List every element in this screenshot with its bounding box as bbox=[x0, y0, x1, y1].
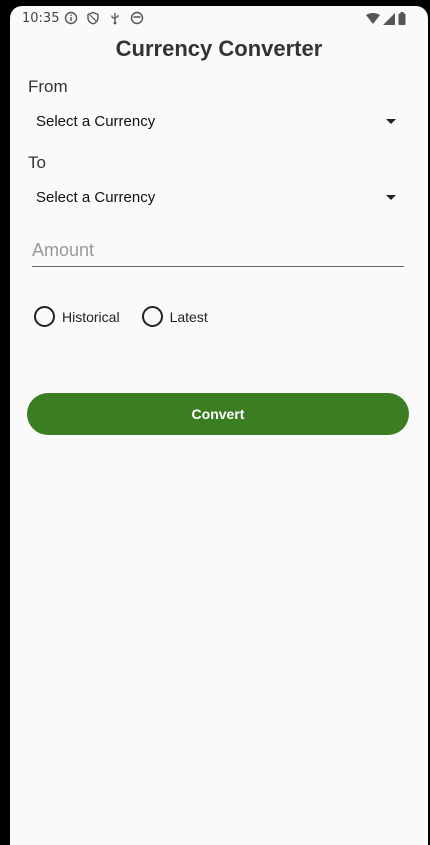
radio-historical-label: Historical bbox=[62, 308, 120, 325]
from-currency-value: Select a Currency bbox=[36, 112, 156, 130]
rate-type-radio-group: Historical Latest bbox=[34, 306, 230, 327]
shield-icon bbox=[86, 11, 100, 28]
wifi-icon bbox=[366, 12, 380, 28]
amount-input[interactable] bbox=[32, 236, 404, 267]
sync-icon bbox=[130, 11, 144, 28]
info-icon bbox=[64, 11, 78, 28]
to-currency-value: Select a Currency bbox=[36, 188, 156, 206]
from-currency-dropdown[interactable]: Select a Currency bbox=[36, 106, 396, 136]
status-time: 10:35 bbox=[22, 11, 60, 26]
status-bar: 10:35 bbox=[10, 6, 428, 34]
notification-icons bbox=[64, 11, 144, 28]
battery-icon bbox=[398, 12, 406, 28]
radio-latest-label: Latest bbox=[169, 308, 208, 325]
to-label: To bbox=[28, 153, 46, 172]
radio-historical[interactable]: Historical bbox=[34, 306, 120, 327]
radio-latest[interactable]: Latest bbox=[141, 306, 208, 327]
app-screen: 10:35 Currency Converter From Select a C… bbox=[10, 6, 428, 845]
radio-circle-icon bbox=[34, 306, 55, 327]
chevron-down-icon bbox=[386, 194, 396, 200]
signal-icon bbox=[383, 12, 395, 28]
convert-button[interactable]: Convert bbox=[27, 393, 409, 435]
from-label: From bbox=[28, 77, 68, 96]
chevron-down-icon bbox=[386, 118, 396, 124]
system-icons bbox=[366, 12, 406, 28]
page-title: Currency Converter bbox=[115, 36, 323, 61]
to-currency-dropdown[interactable]: Select a Currency bbox=[36, 182, 396, 212]
radio-circle-icon bbox=[141, 306, 163, 327]
usb-icon bbox=[108, 11, 122, 28]
